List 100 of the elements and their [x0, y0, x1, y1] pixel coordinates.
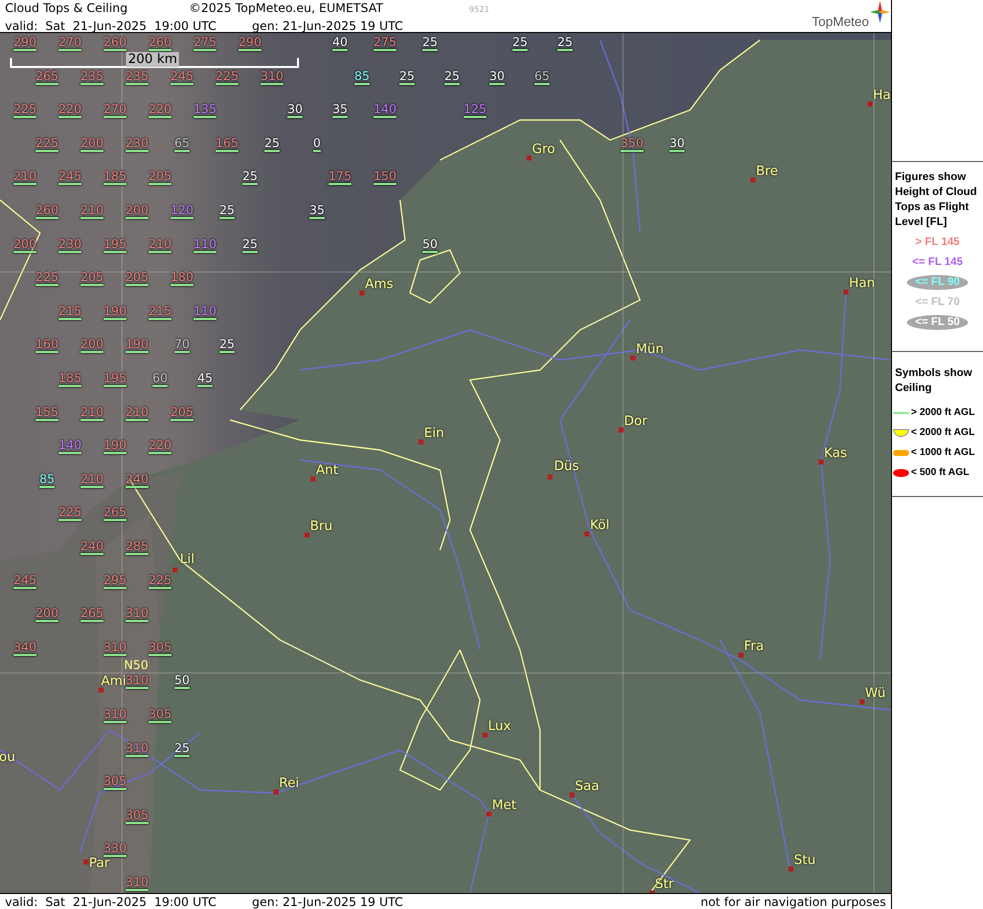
copyright-text: ©2025 TopMeteo.eu, EUMETSAT	[189, 0, 384, 17]
city-label: Par	[89, 856, 110, 871]
cloud-top-value: 85	[354, 68, 370, 83]
cloud-top-value: 295	[104, 572, 126, 587]
cloud-top-value: 210	[80, 203, 104, 217]
cloud-top-value: 195	[104, 236, 126, 251]
cloud-top-value: 65	[174, 136, 190, 150]
cloud-top-value: 50	[422, 236, 438, 251]
city-marker-icon	[486, 812, 492, 816]
cloud-top-value: 265	[80, 606, 104, 620]
city-marker-icon	[172, 568, 178, 572]
city-label: Han	[849, 276, 875, 291]
legend-title: Symbols show Ceiling	[894, 366, 974, 396]
legend-ceiling-label: < 1000 ft AGL	[911, 446, 975, 460]
cloud-top-value: 310	[126, 673, 148, 688]
city-label: Lux	[488, 719, 511, 734]
cloud-top-value: 140	[374, 102, 396, 116]
cloud-top-value: 25	[557, 35, 573, 49]
cloud-top-value: 205	[170, 404, 194, 419]
cloud-top-value: 50	[174, 673, 190, 688]
cloud-top-value: 190	[126, 337, 148, 352]
cloud-top-value: 260	[36, 203, 58, 217]
cloud-top-value: 205	[148, 169, 172, 184]
city-label: Dor	[624, 414, 648, 429]
cloud-top-value: 240	[80, 539, 104, 553]
cloud-top-value: 210	[148, 236, 172, 251]
chart-title: Cloud Tops & Ceiling	[5, 0, 129, 17]
latitude-label: N50	[124, 659, 148, 671]
cloud-top-value: 185	[58, 371, 82, 385]
cloud-top-value: 25	[242, 236, 258, 251]
legend-ceiling-label: > 2000 ft AGL	[911, 406, 975, 420]
city-label: Str	[655, 877, 674, 892]
city-label: Mün	[636, 342, 664, 357]
cloud-top-value: 210	[126, 404, 148, 419]
cloud-top-value: 70	[174, 337, 190, 352]
cloud-top-value: 245	[58, 169, 82, 184]
cloud-top-value: 305	[148, 640, 172, 654]
generated-time: gen: 21-Jun-2025 19 UTC	[252, 18, 404, 34]
cloud-top-value: 85	[39, 472, 55, 486]
cloud-top-value: 200	[80, 337, 104, 352]
cloud-top-value: 230	[58, 236, 82, 251]
cloud-top-value: 245	[14, 572, 36, 587]
valid-time: valid: Sat 21-Jun-2025 19:00 UTC	[5, 18, 218, 34]
city-label: Gro	[532, 142, 556, 157]
city-label: Bru	[310, 519, 333, 534]
cloud-top-value: 260	[148, 35, 172, 49]
cloud-top-value: 220	[148, 102, 172, 116]
cloud-top-value: 225	[58, 505, 82, 520]
city-marker-icon	[788, 866, 794, 872]
city-label: Stu	[794, 853, 816, 868]
cloud-top-value: 285	[126, 539, 148, 553]
city-marker-icon	[750, 178, 756, 182]
cloud-top-value: 305	[104, 774, 126, 788]
cloud-top-value: 25	[264, 136, 280, 150]
cloud-top-value: 135	[194, 102, 216, 116]
cloud-top-value: 25	[219, 203, 235, 217]
cloud-top-value: 230	[126, 136, 148, 150]
city-marker-icon	[274, 790, 278, 794]
cloud-top-value: 265	[104, 505, 126, 520]
city-marker-icon	[310, 476, 316, 482]
cloud-top-value: 305	[126, 808, 148, 822]
cloud-top-value: 40	[332, 35, 348, 49]
city-marker-icon	[860, 700, 864, 704]
cloud-top-value: 290	[238, 35, 262, 49]
cloud-top-value: 25	[422, 35, 438, 49]
cloud-top-value: 210	[80, 472, 104, 486]
scale-bar-label: 200 km	[126, 52, 180, 67]
cloud-top-value: 215	[58, 304, 82, 318]
cloud-top-value: 35	[309, 203, 325, 217]
city-marker-icon	[868, 102, 872, 106]
cloud-top-value: 30	[287, 102, 303, 116]
cloud-top-value: 310	[104, 707, 126, 721]
cloud-top-value: 310	[126, 875, 148, 889]
cloud-top-value: 190	[104, 438, 126, 452]
cloud-top-value: 330	[104, 841, 126, 856]
cloud-top-value: 0	[313, 136, 321, 150]
city-label: Ant	[316, 463, 338, 478]
legend-title: Figures show Height of Cloud Tops as Flight Level [FL]	[895, 170, 978, 230]
cloud-top-value: 225	[148, 572, 172, 587]
cloud-top-value: 270	[104, 102, 126, 116]
cloud-top-value: 205	[126, 270, 148, 284]
cloud-top-value: 310	[126, 606, 148, 620]
city-label: Met	[492, 798, 516, 813]
cloud-top-value: 200	[126, 203, 148, 217]
cloud-top-value: 260	[104, 35, 126, 49]
cloud-top-value: 200	[36, 606, 58, 620]
cloud-top-value: 125	[464, 102, 486, 116]
city-marker-icon	[584, 532, 590, 536]
city-marker-icon	[630, 356, 636, 360]
legend-level: <= FL 70	[914, 295, 961, 310]
cloud-top-value: 45	[197, 371, 213, 385]
city-marker-icon	[418, 440, 424, 444]
city-marker-icon	[84, 860, 88, 864]
city-label: ou	[0, 750, 16, 765]
valid-time: valid: Sat 21-Jun-2025 19:00 UTC	[5, 894, 218, 908]
city-label: Wü	[865, 686, 886, 701]
city-label: Fra	[744, 639, 764, 654]
city-marker-icon	[360, 290, 364, 296]
cloud-top-value: 160	[36, 337, 58, 352]
city-marker-icon	[548, 474, 552, 480]
